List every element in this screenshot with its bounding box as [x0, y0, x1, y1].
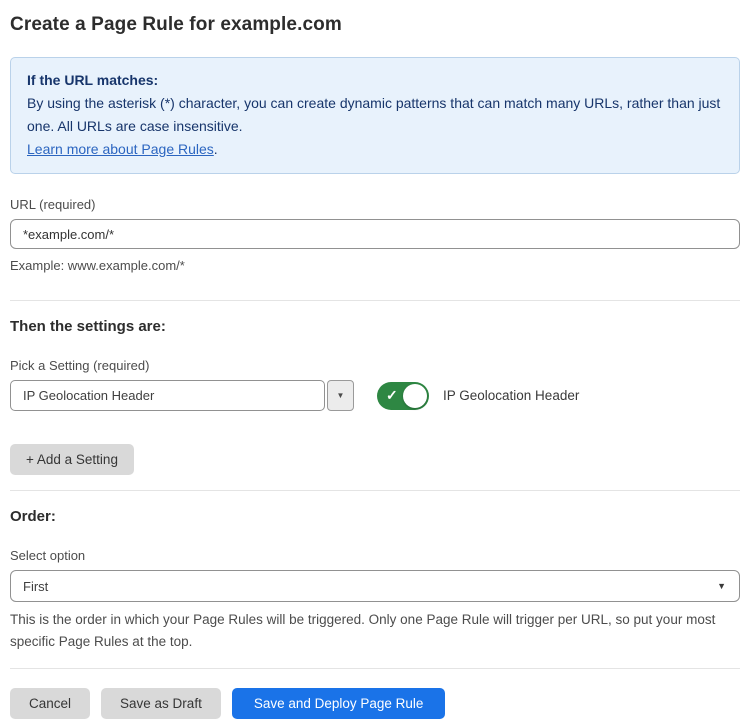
chevron-down-icon: ▼ [337, 391, 345, 400]
learn-more-link[interactable]: Learn more about Page Rules [27, 141, 214, 157]
setting-row: IP Geolocation Header ▼ ✓ IP Geolocation… [10, 380, 740, 411]
cancel-button[interactable]: Cancel [10, 688, 90, 719]
url-helper-text: Example: www.example.com/* [10, 255, 740, 276]
url-input[interactable] [10, 219, 740, 249]
order-select[interactable]: First ▼ [10, 570, 740, 602]
settings-heading: Then the settings are: [10, 318, 740, 335]
url-match-info-box: If the URL matches: By using the asteris… [10, 57, 740, 174]
order-helper-text: This is the order in which your Page Rul… [10, 609, 740, 653]
chevron-down-icon: ▼ [717, 581, 726, 591]
setting-picker[interactable]: IP Geolocation Header [10, 380, 325, 411]
pick-setting-label: Pick a Setting (required) [10, 358, 740, 373]
save-deploy-button[interactable]: Save and Deploy Page Rule [232, 688, 446, 719]
toggle-knob [403, 384, 427, 408]
section-divider [10, 300, 740, 301]
footer-divider [10, 668, 740, 669]
section-divider [10, 490, 740, 491]
check-icon: ✓ [386, 387, 398, 404]
info-box-body: By using the asterisk (*) character, you… [27, 92, 723, 138]
save-draft-button[interactable]: Save as Draft [101, 688, 221, 719]
select-option-label: Select option [10, 548, 740, 563]
footer-actions: Cancel Save as Draft Save and Deploy Pag… [10, 688, 740, 719]
order-select-value: First [23, 579, 48, 594]
info-box-link-line: Learn more about Page Rules. [27, 138, 723, 161]
add-setting-button[interactable]: + Add a Setting [10, 444, 134, 475]
ip-geolocation-toggle[interactable]: ✓ [377, 382, 429, 410]
setting-picker-value: IP Geolocation Header [23, 388, 154, 403]
info-box-heading: If the URL matches: [27, 69, 723, 92]
page-rule-form: Create a Page Rule for example.com If th… [0, 0, 750, 719]
url-label: URL (required) [10, 197, 740, 212]
setting-picker-arrow-button[interactable]: ▼ [327, 380, 354, 411]
toggle-label: IP Geolocation Header [443, 388, 579, 403]
page-title: Create a Page Rule for example.com [10, 14, 740, 36]
link-suffix: . [214, 141, 218, 157]
order-heading: Order: [10, 508, 740, 525]
